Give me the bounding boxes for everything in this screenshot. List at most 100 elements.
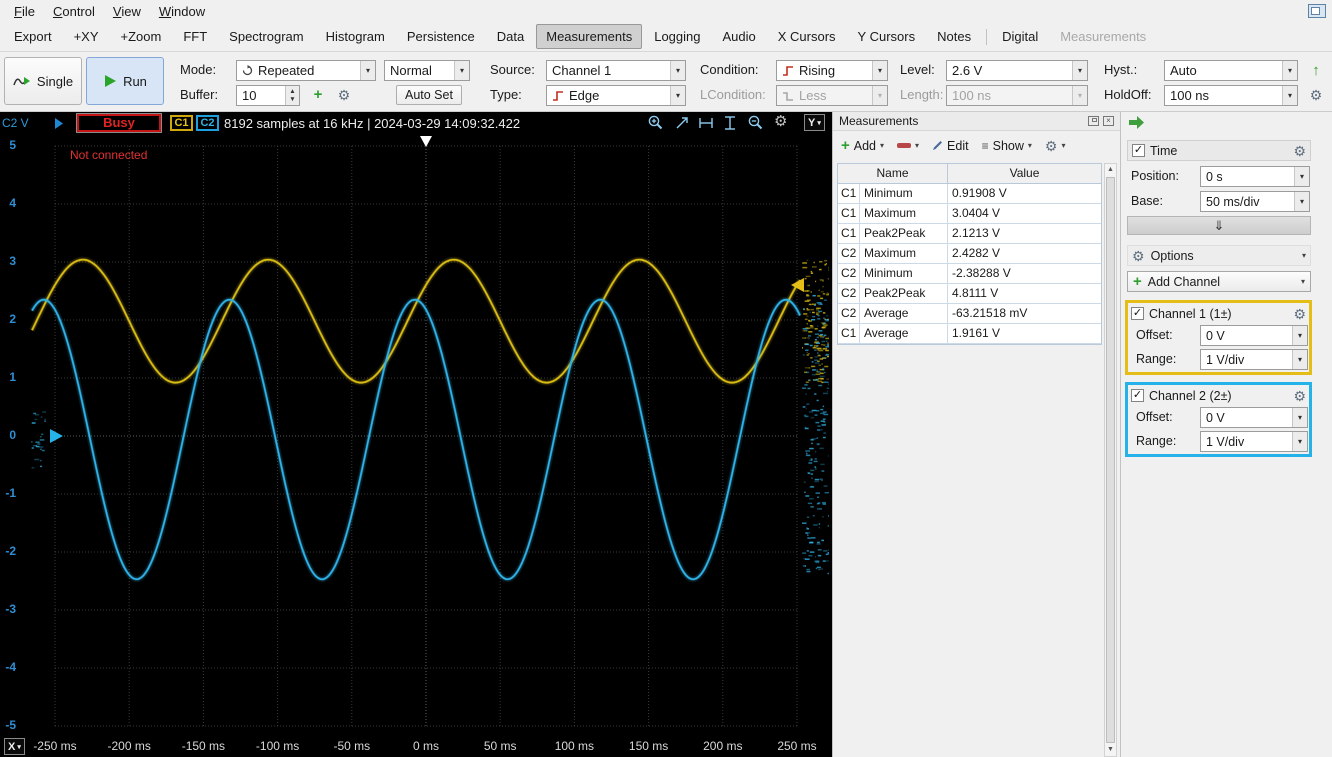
tab-histogram[interactable]: Histogram xyxy=(316,24,395,49)
source-select[interactable]: Channel 1 ▾ xyxy=(546,60,686,81)
workspace-window-icon[interactable] xyxy=(1308,4,1326,18)
close-panel-icon[interactable]: × xyxy=(1103,116,1114,126)
run-button[interactable]: Run xyxy=(86,57,164,105)
y-tick-label: 2 xyxy=(9,312,16,326)
menu-window[interactable]: Window xyxy=(151,2,213,21)
add-measurement-button[interactable]: + Add ▾ xyxy=(841,138,884,153)
gear-icon[interactable]: ⚙ xyxy=(1293,307,1306,321)
buffer-spinbox[interactable]: 10 ▲ ▼ xyxy=(236,85,300,106)
gear-icon[interactable]: ⚙ xyxy=(1293,389,1306,403)
measurement-row[interactable]: C1 Minimum 0.91908 V xyxy=(838,184,1101,204)
tab-measurements[interactable]: Measurements xyxy=(536,24,643,49)
channel1-badge[interactable]: C1 xyxy=(170,115,193,131)
measurement-row[interactable]: C2 Maximum 2.4282 V xyxy=(838,244,1101,264)
zoom-out-icon[interactable] xyxy=(748,115,764,134)
trigger-position-marker[interactable] xyxy=(420,136,432,147)
measurement-row[interactable]: C2 Minimum -2.38288 V xyxy=(838,264,1101,284)
zoom-in-icon[interactable] xyxy=(648,115,664,134)
measurement-row[interactable]: C2 Peak2Peak 4.8111 V xyxy=(838,284,1101,304)
scope-status-bar: C2 V Busy C1 C2 8192 samples at 16 kHz |… xyxy=(0,112,832,135)
buffer-settings-button[interactable]: ⚙ xyxy=(334,85,354,105)
measurements-settings-button[interactable]: ⚙ ▾ xyxy=(1045,139,1066,153)
trigger-settings-button[interactable]: ⚙ xyxy=(1306,85,1326,105)
channel2-range-select[interactable]: 1 V/div ▾ xyxy=(1200,431,1308,452)
type-value: Edge xyxy=(569,88,600,103)
tab-export[interactable]: Export xyxy=(4,24,62,49)
trigger-options-up-button[interactable]: ↑ xyxy=(1306,60,1326,80)
name-column-header[interactable]: Name xyxy=(838,164,948,183)
measurement-row[interactable]: C2 Average -63.21518 mV xyxy=(838,304,1101,324)
channel1-offset-select[interactable]: 0 V ▾ xyxy=(1200,325,1308,346)
channel1-checkbox[interactable]: ✓ xyxy=(1131,307,1144,320)
fit-vertical-icon[interactable] xyxy=(722,115,738,134)
fit-horizontal-icon[interactable] xyxy=(698,115,714,134)
scroll-up-icon[interactable]: ▲ xyxy=(1105,164,1116,176)
x-tick-label: 100 ms xyxy=(554,739,595,753)
auto-set-button[interactable]: Auto Set xyxy=(396,85,462,105)
remove-measurement-button[interactable]: ▾ xyxy=(897,141,919,150)
tab-xy[interactable]: +XY xyxy=(64,24,109,49)
holdoff-select[interactable]: 100 ns ▾ xyxy=(1164,85,1298,106)
measurements-scrollbar[interactable]: ▲ ▼ xyxy=(1104,163,1117,757)
type-select[interactable]: Edge ▾ xyxy=(546,85,686,106)
edit-measurement-button[interactable]: Edit xyxy=(932,139,969,153)
buffer-label: Buffer: xyxy=(180,87,219,102)
trigger-mode-select[interactable]: Normal ▾ xyxy=(384,60,470,81)
menu-control[interactable]: Control xyxy=(45,2,103,21)
tab-digital[interactable]: Digital xyxy=(992,24,1048,49)
measurement-row[interactable]: C1 Peak2Peak 2.1213 V xyxy=(838,224,1101,244)
tab-notes[interactable]: Notes xyxy=(927,24,981,49)
tab-audio[interactable]: Audio xyxy=(713,24,766,49)
add-buffer-button[interactable]: + xyxy=(308,85,328,105)
channel1-header[interactable]: ✓ Channel 1 (1±) ⚙ xyxy=(1128,303,1309,324)
channel2-checkbox[interactable]: ✓ xyxy=(1131,389,1144,402)
channel2-offset-select[interactable]: 0 V ▾ xyxy=(1200,407,1308,428)
value-column-header[interactable]: Value xyxy=(948,164,1101,183)
menu-view[interactable]: View xyxy=(105,2,149,21)
time-checkbox[interactable]: ✓ xyxy=(1132,144,1145,157)
tab-x-cursors[interactable]: X Cursors xyxy=(768,24,846,49)
y-axis-unit-button[interactable]: C2 V xyxy=(2,116,29,130)
scroll-down-icon[interactable]: ▼ xyxy=(1105,744,1116,756)
position-select[interactable]: 0 s ▾ xyxy=(1200,166,1310,187)
measurement-row[interactable]: C1 Maximum 3.0404 V xyxy=(838,204,1101,224)
channel2-offset-row: Offset: 0 V ▾ xyxy=(1128,406,1309,430)
measurement-row[interactable]: C1 Average 1.9161 V xyxy=(838,324,1101,344)
channel2-offset-marker[interactable] xyxy=(50,429,63,443)
tab-spectrogram[interactable]: Spectrogram xyxy=(219,24,313,49)
options-menu-button[interactable]: ⚙ Options ▾ xyxy=(1127,245,1311,266)
x-tick-label: 200 ms xyxy=(703,739,743,753)
expand-time-options-button[interactable]: ⇓ xyxy=(1127,216,1311,235)
tab-zoom[interactable]: +Zoom xyxy=(111,24,172,49)
zoom-region-icon[interactable] xyxy=(674,115,690,134)
channel2-header[interactable]: ✓ Channel 2 (2±) ⚙ xyxy=(1128,385,1309,406)
menu-file[interactable]: File xyxy=(6,2,43,21)
offset-label: Offset: xyxy=(1136,328,1173,342)
tab-data[interactable]: Data xyxy=(487,24,534,49)
mode-select[interactable]: Repeated ▾ xyxy=(236,60,376,81)
options-label: Options xyxy=(1150,248,1194,263)
add-channel-button[interactable]: + Add Channel ▾ xyxy=(1127,271,1311,292)
scrollbar-thumb[interactable] xyxy=(1106,177,1115,743)
show-menu-button[interactable]: ≡ Show ▾ xyxy=(982,139,1032,153)
gear-icon[interactable]: ⚙ xyxy=(1293,144,1306,158)
single-button[interactable]: Single xyxy=(4,57,82,105)
tab-logging[interactable]: Logging xyxy=(644,24,710,49)
hyst-select[interactable]: Auto ▾ xyxy=(1164,60,1298,81)
y-axis-menu-button[interactable]: Y ▾ xyxy=(804,114,825,131)
condition-select[interactable]: Rising ▾ xyxy=(776,60,888,81)
expand-right-icon[interactable] xyxy=(1128,115,1145,133)
plot-settings-gear[interactable]: ⚙ xyxy=(774,114,787,129)
channel1-range-select[interactable]: 1 V/div ▾ xyxy=(1200,349,1308,370)
tab-y-cursors[interactable]: Y Cursors xyxy=(848,24,926,49)
tab-fft[interactable]: FFT xyxy=(173,24,217,49)
base-select[interactable]: 50 ms/div ▾ xyxy=(1200,191,1310,212)
not-connected-warning: Not connected xyxy=(70,148,148,162)
tab-persistence[interactable]: Persistence xyxy=(397,24,485,49)
channel2-badge[interactable]: C2 xyxy=(196,115,219,131)
level-select[interactable]: 2.6 V ▾ xyxy=(946,60,1088,81)
float-panel-icon[interactable] xyxy=(1088,116,1099,126)
time-section-header[interactable]: ✓ Time ⚙ xyxy=(1127,140,1311,161)
expand-status-icon[interactable] xyxy=(55,118,64,132)
spinner-arrows[interactable]: ▲ ▼ xyxy=(285,86,299,105)
